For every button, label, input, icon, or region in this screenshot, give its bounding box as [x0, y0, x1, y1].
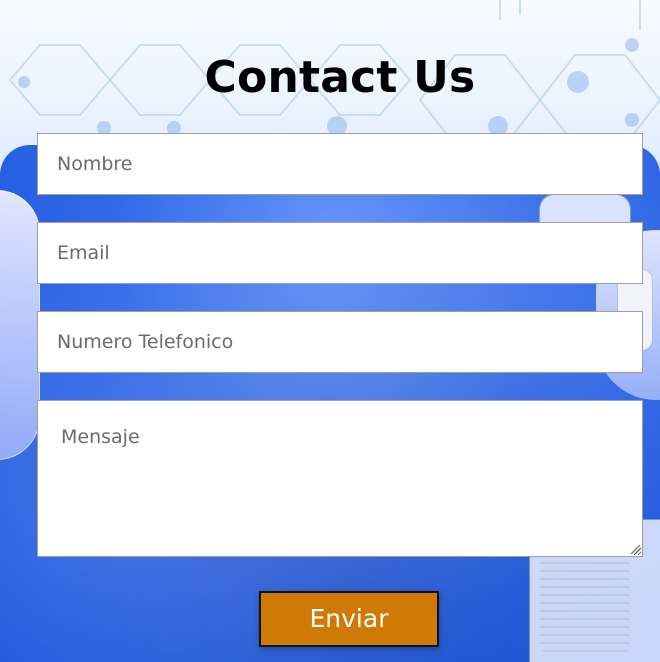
page-title: Contact Us	[204, 52, 476, 103]
telefono-input[interactable]	[37, 311, 643, 373]
nombre-input[interactable]	[37, 133, 643, 195]
email-input[interactable]	[37, 222, 643, 284]
mensaje-textarea[interactable]	[37, 400, 643, 557]
enviar-button[interactable]: Enviar	[259, 591, 439, 647]
contact-form-section: Contact Us Enviar	[0, 0, 660, 662]
